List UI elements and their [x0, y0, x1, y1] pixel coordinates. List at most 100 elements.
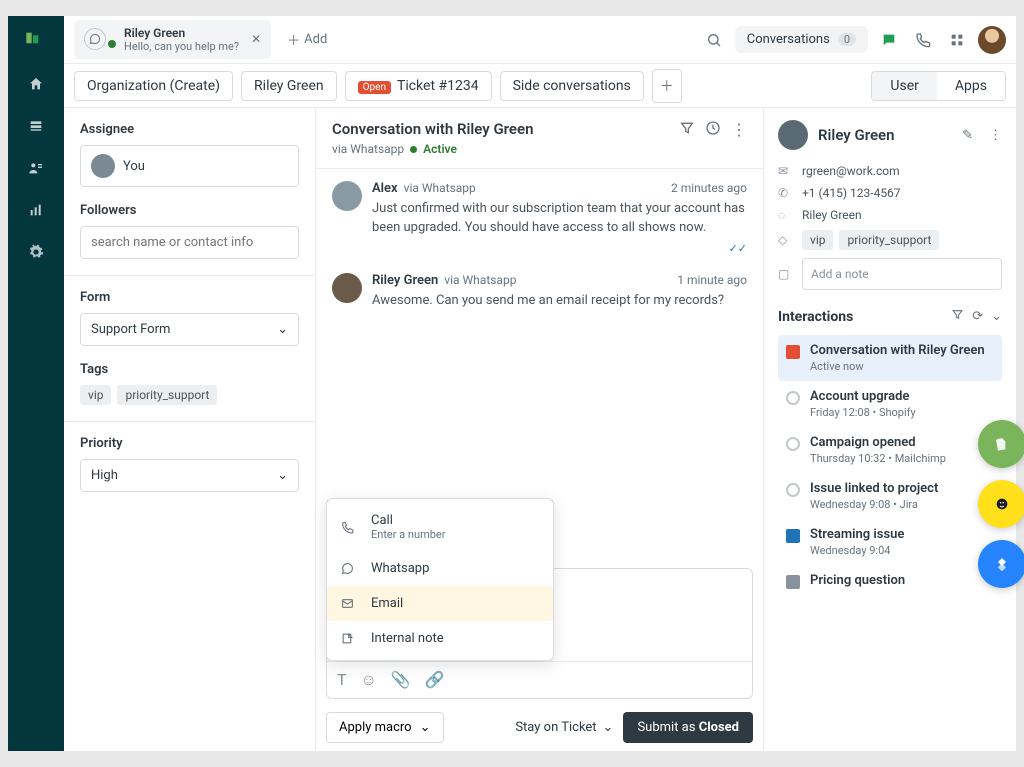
- filter-icon[interactable]: [951, 308, 964, 325]
- filter-icon[interactable]: [679, 120, 695, 140]
- status-dot: [108, 40, 116, 48]
- channel-email[interactable]: Email: [327, 586, 553, 621]
- read-receipt-icon: ✓✓: [729, 242, 747, 255]
- chevron-down-icon[interactable]: ⌄: [991, 309, 1002, 324]
- submit-button[interactable]: Submit as Closed: [623, 712, 753, 743]
- customers-icon[interactable]: [26, 158, 46, 178]
- form-label: Form: [80, 290, 299, 305]
- channel-whatsapp[interactable]: Whatsapp: [327, 551, 553, 586]
- tab-requester[interactable]: Riley Green: [241, 71, 337, 101]
- status-dot: [410, 146, 417, 153]
- profile-phone: +1 (415) 123-4567: [802, 186, 901, 200]
- status-marker-solved: [786, 575, 800, 589]
- link-icon[interactable]: 🔗: [425, 670, 445, 690]
- attachment-icon[interactable]: 📎: [391, 670, 411, 690]
- seg-apps[interactable]: Apps: [937, 72, 1005, 100]
- home-icon[interactable]: [26, 74, 46, 94]
- interaction-item[interactable]: Streaming issueWednesday 9:04: [778, 519, 1002, 565]
- message-avatar: [332, 273, 362, 303]
- integration-fabs: [978, 420, 1024, 588]
- ticket-footer: Apply macro⌄ Stay on Ticket⌄ Submit as C…: [326, 712, 753, 743]
- admin-icon[interactable]: [26, 242, 46, 262]
- phone-icon: [341, 521, 359, 534]
- user-avatar[interactable]: [978, 26, 1006, 54]
- message-author: Alex: [372, 181, 398, 196]
- tag-chip[interactable]: vip: [80, 385, 111, 405]
- interactions-heading: Interactions: [778, 309, 853, 325]
- followers-input[interactable]: [80, 226, 299, 259]
- chevron-down-icon: ⌄: [277, 322, 288, 337]
- tab-ticket[interactable]: OpenTicket #1234: [345, 71, 492, 101]
- tab-side-conversations[interactable]: Side conversations: [500, 71, 644, 101]
- product-logo: [25, 30, 47, 52]
- assignee-avatar: [91, 154, 115, 178]
- tag-chip[interactable]: priority_support: [117, 385, 217, 405]
- close-icon[interactable]: ✕: [251, 32, 261, 46]
- reporting-icon[interactable]: [26, 200, 46, 220]
- interaction-item[interactable]: Pricing question: [778, 565, 1002, 597]
- phone-icon: ✆: [778, 186, 792, 200]
- whatsapp-icon: [341, 562, 359, 575]
- message-text: Just confirmed with our subscription tea…: [372, 200, 747, 238]
- search-icon[interactable]: [701, 27, 727, 53]
- chevron-down-icon: ⌄: [420, 720, 431, 735]
- chevron-down-icon: ⌄: [603, 720, 614, 735]
- views-icon[interactable]: [26, 116, 46, 136]
- interaction-item[interactable]: Account upgradeFriday 12:08 • Shopify: [778, 381, 1002, 427]
- edit-icon[interactable]: ✎: [962, 128, 973, 143]
- channel-menu: CallEnter a number Whatsapp Email Intern…: [326, 498, 554, 661]
- followers-search[interactable]: [91, 235, 288, 250]
- interaction-item[interactable]: Conversation with Riley GreenActive now: [778, 335, 1002, 381]
- tab-organization[interactable]: Organization (Create): [74, 71, 233, 101]
- add-note-input[interactable]: Add a note: [802, 258, 1002, 290]
- seg-user[interactable]: User: [872, 72, 936, 100]
- nav-rail: [8, 16, 64, 751]
- event-marker: [786, 391, 800, 405]
- apply-macro-select[interactable]: Apply macro⌄: [326, 712, 444, 743]
- chevron-down-icon: ⌄: [277, 468, 288, 483]
- profile-whatsapp: Riley Green: [802, 208, 862, 222]
- note-icon: [341, 632, 359, 645]
- text-format-icon[interactable]: T: [337, 670, 347, 690]
- message: Riley Green via Whatsapp 1 minute ago Aw…: [332, 273, 747, 311]
- shopify-fab[interactable]: [978, 420, 1024, 468]
- tag-icon: ◇: [778, 233, 792, 247]
- chat-icon[interactable]: [876, 27, 902, 53]
- jira-fab[interactable]: [978, 540, 1024, 588]
- conversation-status: Active: [423, 142, 457, 156]
- refresh-icon[interactable]: ⟳: [972, 309, 983, 324]
- add-tab-button[interactable]: ＋Add: [279, 24, 335, 55]
- conversation-panel: Conversation with Riley Green via Whatsa…: [316, 108, 764, 751]
- tab-title: Riley Green: [124, 26, 239, 40]
- emoji-icon[interactable]: ☺: [361, 670, 377, 690]
- assignee-field[interactable]: You: [80, 145, 299, 187]
- profile-avatar: [778, 120, 808, 150]
- event-marker: [786, 483, 800, 497]
- interaction-item[interactable]: Campaign openedThursday 10:32 • Mailchim…: [778, 427, 1002, 473]
- interaction-item[interactable]: Issue linked to projectWednesday 9:08 • …: [778, 473, 1002, 519]
- channel-call[interactable]: CallEnter a number: [327, 503, 553, 551]
- message-time: 1 minute ago: [677, 273, 747, 287]
- stay-on-ticket-select[interactable]: Stay on Ticket⌄: [515, 720, 613, 735]
- add-side-conversation-button[interactable]: ＋: [652, 69, 682, 103]
- workspace-tab[interactable]: Riley Green Hello, can you help me? ✕: [74, 20, 271, 60]
- interactions-timeline: Conversation with Riley GreenActive now …: [778, 335, 1002, 597]
- status-marker-pending: [786, 529, 800, 543]
- channel-internal-note[interactable]: Internal note: [327, 621, 553, 656]
- priority-select[interactable]: High ⌄: [80, 459, 299, 492]
- whatsapp-icon: [84, 28, 106, 50]
- form-select[interactable]: Support Form ⌄: [80, 313, 299, 346]
- conversations-button[interactable]: Conversations 0: [735, 26, 868, 53]
- conversation-via: via Whatsapp: [332, 142, 404, 156]
- topbar: Riley Green Hello, can you help me? ✕ ＋A…: [64, 16, 1016, 64]
- mailchimp-fab[interactable]: [978, 480, 1024, 528]
- history-icon[interactable]: [705, 120, 721, 140]
- message-via: via Whatsapp: [404, 181, 476, 195]
- message-author: Riley Green: [372, 273, 438, 288]
- whatsapp-icon: ◌: [778, 208, 792, 222]
- more-icon[interactable]: ⋮: [989, 128, 1002, 143]
- more-icon[interactable]: ⋮: [731, 120, 747, 140]
- main-pane: Riley Green Hello, can you help me? ✕ ＋A…: [64, 16, 1016, 751]
- apps-grid-icon[interactable]: [944, 27, 970, 53]
- call-icon[interactable]: [910, 27, 936, 53]
